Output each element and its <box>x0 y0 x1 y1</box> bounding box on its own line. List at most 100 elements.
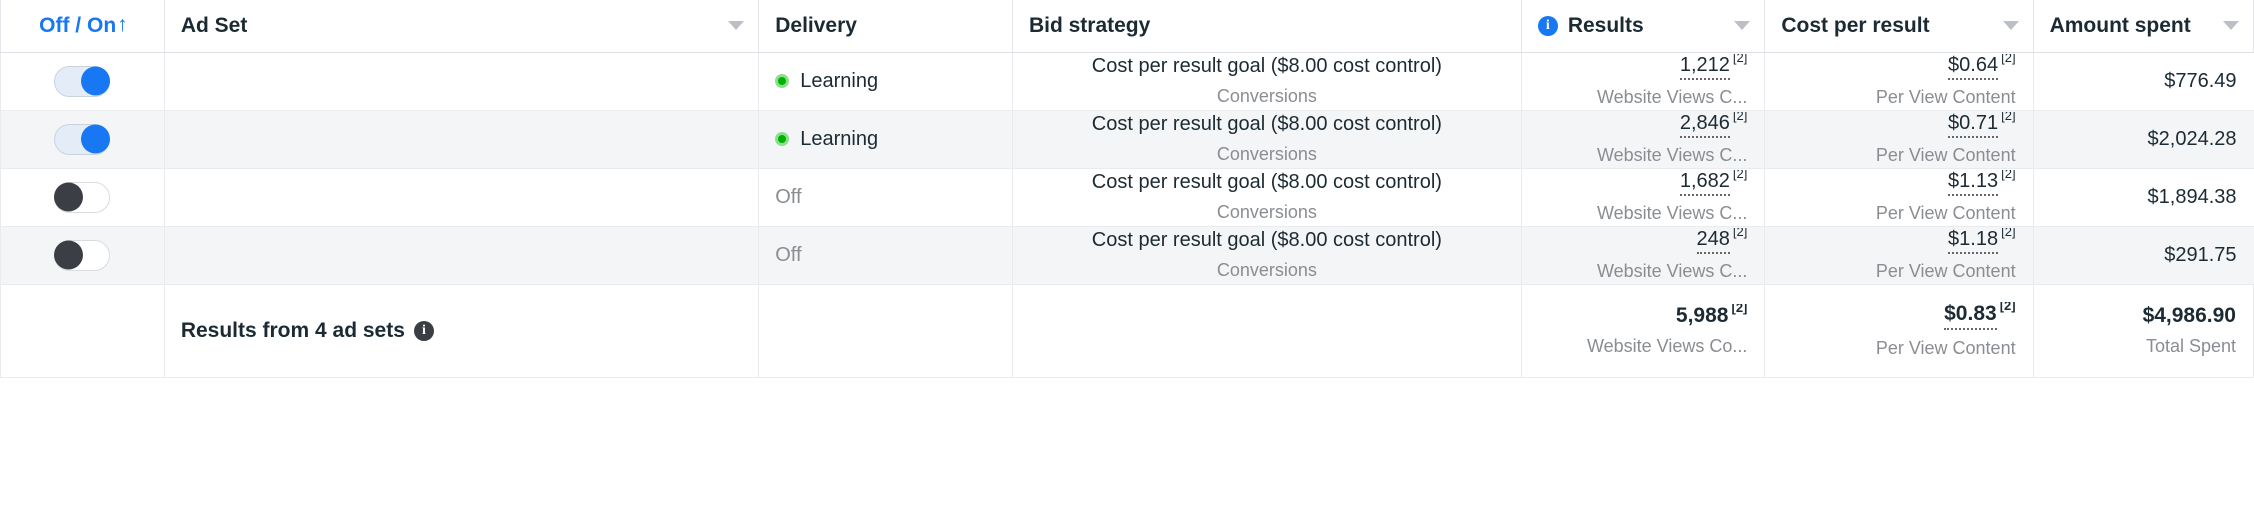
table-row[interactable]: Off Cost per result goal ($8.00 cost con… <box>0 168 2254 227</box>
summary-row: Results from 4 ad sets i 5,988 [2] Websi… <box>0 284 2254 378</box>
delivery-status: Learning <box>800 69 879 92</box>
amount-spent-value: $776.49 <box>2164 69 2237 92</box>
row-toggle-cell[interactable] <box>0 52 165 111</box>
column-header-ad-set[interactable]: Ad Set <box>164 0 760 53</box>
ad-set-toggle[interactable] <box>54 123 111 155</box>
column-header-bid-strategy[interactable]: Bid strategy <box>1012 0 1522 53</box>
summary-label-cell: Results from 4 ad sets i <box>164 284 760 378</box>
info-icon[interactable]: i <box>1537 15 1558 36</box>
ad-set-toggle[interactable] <box>54 65 111 97</box>
row-bid-strategy-cell: Cost per result goal ($8.00 cost control… <box>1012 110 1522 169</box>
bid-strategy-subtext: Conversions <box>1216 260 1317 280</box>
summary-cost-per-result-value[interactable]: $0.83 <box>1944 302 1997 330</box>
cost-per-result-footnote: [2] <box>2001 112 2016 123</box>
ad-set-toggle[interactable] <box>54 239 111 271</box>
bid-strategy-value: Cost per result goal ($8.00 cost control… <box>1091 171 1442 193</box>
summary-results-footnote: [2] <box>1731 303 1748 315</box>
row-cost-per-result-cell: $1.13 [2] Per View Content <box>1764 168 2034 227</box>
row-amount-spent-cell: $2,024.28 <box>2033 110 2254 169</box>
summary-amount-spent-subtext: Total Spent <box>2145 336 2236 357</box>
cost-per-result-subtext: Per View Content <box>1875 203 2016 223</box>
row-ad-set-cell[interactable] <box>164 52 760 111</box>
bid-strategy-value: Cost per result goal ($8.00 cost control… <box>1091 113 1442 135</box>
table-header: Off / On ↑ Ad Set Delivery Bid strategy … <box>0 0 2254 53</box>
bid-strategy-subtext: Conversions <box>1216 202 1317 222</box>
chevron-down-icon[interactable] <box>2002 21 2019 31</box>
column-header-delivery[interactable]: Delivery <box>758 0 1013 53</box>
status-dot-icon <box>775 74 790 88</box>
status-dot-icon <box>775 132 790 146</box>
row-ad-set-cell[interactable] <box>164 168 760 227</box>
table-row[interactable]: Learning Cost per result goal ($8.00 cos… <box>0 110 2254 169</box>
info-icon[interactable]: i <box>413 320 434 341</box>
row-ad-set-cell[interactable] <box>164 110 760 169</box>
row-toggle-cell[interactable] <box>0 226 165 285</box>
column-header-off-on[interactable]: Off / On ↑ <box>0 0 165 53</box>
toggle-knob <box>81 124 111 154</box>
summary-cost-per-result-subtext: Per View Content <box>1875 337 2016 358</box>
bid-strategy-value: Cost per result goal ($8.00 cost control… <box>1091 229 1442 251</box>
cost-per-result-value[interactable]: $0.71 <box>1948 112 1999 138</box>
row-cost-per-result-cell: $0.64 [2] Per View Content <box>1764 52 2034 111</box>
toggle-knob <box>81 66 111 96</box>
table-row[interactable]: Learning Cost per result goal ($8.00 cos… <box>0 52 2254 111</box>
cost-per-result-value[interactable]: $1.13 <box>1948 170 1999 196</box>
row-toggle-cell[interactable] <box>0 110 165 169</box>
summary-delivery-cell <box>758 284 1013 378</box>
cost-per-result-value[interactable]: $1.18 <box>1948 228 1999 254</box>
column-header-cost-per-result[interactable]: Cost per result <box>1764 0 2034 53</box>
sort-ascending-icon: ↑ <box>117 13 128 37</box>
row-ad-set-cell[interactable] <box>164 226 760 285</box>
results-value[interactable]: 248 <box>1696 228 1730 254</box>
column-header-amount-spent[interactable]: Amount spent <box>2033 0 2254 53</box>
cost-per-result-subtext: Per View Content <box>1875 261 2016 281</box>
toggle-knob <box>54 182 84 212</box>
column-header-results[interactable]: i Results <box>1521 0 1766 53</box>
results-value[interactable]: 2,846 <box>1679 112 1730 138</box>
summary-amount-spent-cell: $4,986.90 Total Spent <box>2033 284 2254 378</box>
summary-label-text: Results from 4 ad sets <box>180 318 405 342</box>
summary-cost-per-result-cell: $0.83 [2] Per View Content <box>1764 284 2034 378</box>
results-value[interactable]: 1,212 <box>1679 54 1730 80</box>
row-delivery-cell: Learning <box>758 52 1013 111</box>
row-results-cell: 1,682 [2] Website Views C... <box>1521 168 1766 227</box>
summary-toggle-cell <box>0 284 165 378</box>
row-bid-strategy-cell: Cost per result goal ($8.00 cost control… <box>1012 52 1522 111</box>
row-delivery-cell: Off <box>758 226 1013 285</box>
toggle-knob <box>54 240 84 270</box>
cost-per-result-footnote: [2] <box>2001 54 2016 65</box>
results-footnote: [2] <box>1732 112 1748 123</box>
column-header-amount-spent-label: Amount spent <box>2049 13 2191 37</box>
delivery-status: Learning <box>800 127 879 150</box>
ad-set-toggle[interactable] <box>54 181 111 213</box>
row-toggle-cell[interactable] <box>0 168 165 227</box>
chevron-down-icon[interactable] <box>2223 21 2239 31</box>
results-value[interactable]: 1,682 <box>1679 170 1730 196</box>
amount-spent-value: $1,894.38 <box>2147 185 2237 208</box>
cost-per-result-subtext: Per View Content <box>1875 145 2016 165</box>
table-row[interactable]: Off Cost per result goal ($8.00 cost con… <box>0 226 2254 285</box>
results-footnote: [2] <box>1732 54 1748 65</box>
header-row: Off / On ↑ Ad Set Delivery Bid strategy … <box>0 0 2254 53</box>
summary-results-value: 5,988 <box>1675 303 1729 327</box>
cost-per-result-footnote: [2] <box>2001 228 2016 239</box>
results-subtext: Website Views C... <box>1596 203 1748 223</box>
cost-per-result-footnote: [2] <box>2001 170 2016 181</box>
chevron-down-icon[interactable] <box>1734 21 1751 31</box>
results-subtext: Website Views C... <box>1596 87 1748 107</box>
bid-strategy-subtext: Conversions <box>1216 86 1317 106</box>
cost-per-result-value[interactable]: $0.64 <box>1948 54 1999 80</box>
summary-cost-per-result-footnote: [2] <box>1999 302 2016 314</box>
bid-strategy-subtext: Conversions <box>1216 144 1317 164</box>
row-amount-spent-cell: $291.75 <box>2033 226 2254 285</box>
cost-per-result-subtext: Per View Content <box>1875 87 2016 107</box>
ads-manager-table-panel: Off / On ↑ Ad Set Delivery Bid strategy … <box>0 0 2254 519</box>
row-results-cell: 1,212 [2] Website Views C... <box>1521 52 1766 111</box>
results-footnote: [2] <box>1732 170 1748 181</box>
table-body: Learning Cost per result goal ($8.00 cos… <box>0 52 2254 378</box>
amount-spent-value: $2,024.28 <box>2147 127 2237 150</box>
column-header-ad-set-label: Ad Set <box>180 13 248 37</box>
chevron-down-icon[interactable] <box>728 21 745 31</box>
row-bid-strategy-cell: Cost per result goal ($8.00 cost control… <box>1012 168 1522 227</box>
column-header-delivery-label: Delivery <box>775 13 857 37</box>
